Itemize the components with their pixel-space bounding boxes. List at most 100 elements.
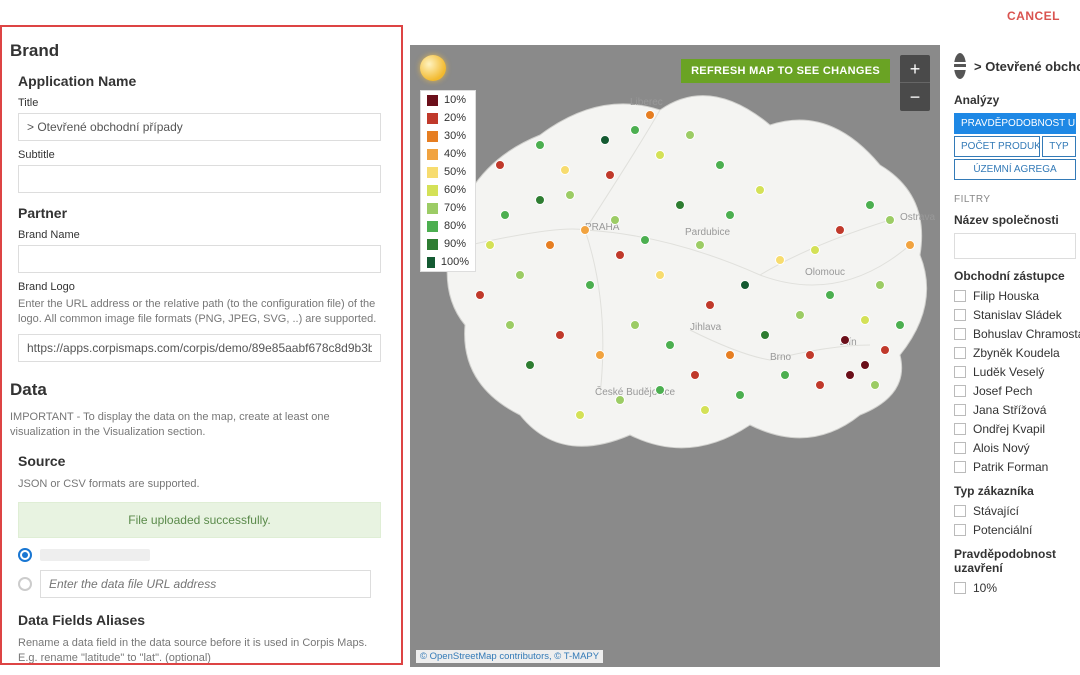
map-point[interactable]	[566, 191, 575, 200]
map-point[interactable]	[896, 321, 905, 330]
map-point[interactable]	[886, 216, 895, 225]
pill-products[interactable]: POČET PRODUKTŮ	[954, 136, 1040, 157]
map-point[interactable]	[516, 271, 525, 280]
checkbox-label: Potenciální	[973, 523, 1032, 537]
source-option-url[interactable]	[18, 570, 389, 598]
map-point[interactable]	[656, 151, 665, 160]
zoom-in-button[interactable]: +	[900, 55, 930, 83]
filters-header: FILTRY	[954, 194, 1076, 205]
map-point[interactable]	[686, 131, 695, 140]
map-point[interactable]	[641, 236, 650, 245]
source-option-file[interactable]	[18, 548, 389, 562]
prob-checkbox[interactable]: 10%	[954, 581, 1076, 595]
map-point[interactable]	[861, 316, 870, 325]
map-point[interactable]	[581, 226, 590, 235]
source-url-input[interactable]	[40, 570, 371, 598]
checkbox-label: Alois Nový	[973, 441, 1030, 455]
map-point[interactable]	[846, 371, 855, 380]
cust-type-checkbox[interactable]: Stávající	[954, 504, 1076, 518]
map-point[interactable]	[536, 141, 545, 150]
map-point[interactable]	[506, 321, 515, 330]
map-point[interactable]	[526, 361, 535, 370]
map-point[interactable]	[646, 111, 655, 120]
rep-checkbox[interactable]: Filip Houska	[954, 289, 1076, 303]
map-point[interactable]	[586, 281, 595, 290]
menu-icon[interactable]	[954, 53, 966, 79]
map-point[interactable]	[841, 336, 850, 345]
map-point[interactable]	[601, 136, 610, 145]
map-point[interactable]	[726, 211, 735, 220]
map-point[interactable]	[496, 161, 505, 170]
map-point[interactable]	[906, 241, 915, 250]
map-point[interactable]	[561, 166, 570, 175]
rep-checkbox[interactable]: Jana Střížová	[954, 403, 1076, 417]
map-point[interactable]	[666, 341, 675, 350]
map-point[interactable]	[696, 241, 705, 250]
map-point[interactable]	[866, 201, 875, 210]
pill-type[interactable]: TYP	[1042, 136, 1076, 157]
map-point[interactable]	[656, 271, 665, 280]
cancel-button[interactable]: CANCEL	[1007, 9, 1060, 23]
refresh-map-badge[interactable]: REFRESH MAP TO SEE CHANGES	[681, 59, 890, 83]
map-point[interactable]	[796, 311, 805, 320]
map-point[interactable]	[836, 226, 845, 235]
map-canvas[interactable]: PRAHALiberecPardubiceJihlavaČeské Budějo…	[410, 45, 940, 667]
map-point[interactable]	[776, 256, 785, 265]
map-point[interactable]	[546, 241, 555, 250]
rep-checkbox[interactable]: Ondřej Kvapil	[954, 422, 1076, 436]
map-point[interactable]	[676, 201, 685, 210]
map-point[interactable]	[691, 371, 700, 380]
subtitle-input[interactable]	[18, 165, 381, 193]
map-point[interactable]	[761, 331, 770, 340]
pill-probability[interactable]: PRAVDĚPODOBNOST UZAVŘ	[954, 113, 1076, 134]
map-point[interactable]	[726, 351, 735, 360]
map-point[interactable]	[536, 196, 545, 205]
map-point[interactable]	[611, 216, 620, 225]
map-point[interactable]	[806, 351, 815, 360]
rep-checkbox[interactable]: Bohuslav Chramosta	[954, 327, 1076, 341]
legend-label: 80%	[444, 220, 466, 232]
map-point[interactable]	[736, 391, 745, 400]
map-point[interactable]	[616, 396, 625, 405]
map-point[interactable]	[741, 281, 750, 290]
pill-territory[interactable]: ÚZEMNÍ AGREGA	[954, 159, 1076, 180]
map-point[interactable]	[826, 291, 835, 300]
company-filter-input[interactable]	[954, 233, 1076, 259]
map-point[interactable]	[756, 186, 765, 195]
map-point[interactable]	[881, 346, 890, 355]
map-point[interactable]	[631, 126, 640, 135]
map-point[interactable]	[631, 321, 640, 330]
map-point[interactable]	[606, 171, 615, 180]
map-point[interactable]	[811, 246, 820, 255]
map-point[interactable]	[576, 411, 585, 420]
rep-checkbox[interactable]: Zbyněk Koudela	[954, 346, 1076, 360]
brand-heading: Brand	[10, 41, 389, 61]
cust-type-checkbox[interactable]: Potenciální	[954, 523, 1076, 537]
map-point[interactable]	[476, 291, 485, 300]
rep-checkbox[interactable]: Josef Pech	[954, 384, 1076, 398]
map-point[interactable]	[486, 241, 495, 250]
map-point[interactable]	[876, 281, 885, 290]
map-point[interactable]	[656, 386, 665, 395]
brand-name-input[interactable]	[18, 245, 381, 273]
map-point[interactable]	[706, 301, 715, 310]
map-point[interactable]	[781, 371, 790, 380]
legend-row: 70%	[421, 199, 475, 217]
rep-checkbox[interactable]: Patrik Forman	[954, 460, 1076, 474]
config-panel: Brand Application Name Title Subtitle Pa…	[0, 25, 403, 665]
map-point[interactable]	[816, 381, 825, 390]
map-point[interactable]	[596, 351, 605, 360]
brand-logo-input[interactable]	[18, 334, 381, 362]
map-point[interactable]	[861, 361, 870, 370]
map-point[interactable]	[501, 211, 510, 220]
map-point[interactable]	[556, 331, 565, 340]
rep-checkbox[interactable]: Stanislav Sládek	[954, 308, 1076, 322]
map-point[interactable]	[871, 381, 880, 390]
title-input[interactable]	[18, 113, 381, 141]
rep-checkbox[interactable]: Alois Nový	[954, 441, 1076, 455]
map-point[interactable]	[616, 251, 625, 260]
map-point[interactable]	[716, 161, 725, 170]
zoom-out-button[interactable]: −	[900, 83, 930, 111]
rep-checkbox[interactable]: Luděk Veselý	[954, 365, 1076, 379]
map-point[interactable]	[701, 406, 710, 415]
